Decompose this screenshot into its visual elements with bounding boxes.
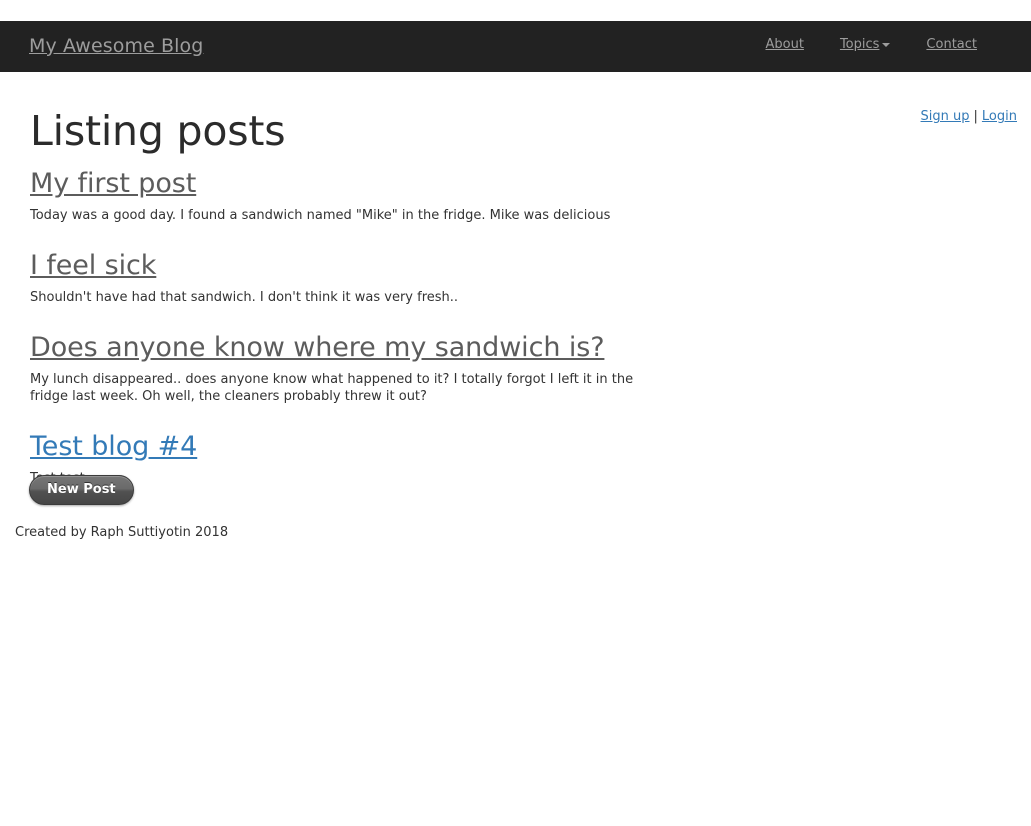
post-body: Shouldn't have had that sandwich. I don'… [30,290,459,305]
nav-link-topics[interactable]: Topics [839,37,891,53]
post-item: I feel sick Shouldn't have had that sand… [30,250,690,306]
nav-link-contact[interactable]: Contact [926,37,977,53]
new-post-button[interactable]: New Post [29,475,134,505]
post-body: Today was a good day. I found a sandwich… [30,208,611,223]
navbar-links: About Topics Contact [766,37,978,53]
auth-separator: | [973,109,978,124]
post-title-link[interactable]: Does anyone know where my sandwich is? [30,332,605,364]
footer-credit: Created by Raph Suttiyotin 2018 [15,525,229,540]
post-list: My first post Today was a good day. I fo… [30,168,690,487]
post-item: My first post Today was a good day. I fo… [30,168,690,224]
new-post-button-wrapper: New Post [29,475,134,505]
post-item: Does anyone know where my sandwich is? M… [30,332,690,405]
navbar-brand[interactable]: My Awesome Blog [29,35,203,57]
login-link[interactable]: Login [982,109,1017,124]
top-navbar: My Awesome Blog About Topics Contact [0,21,1031,72]
nav-link-topics-label: Topics [839,37,880,52]
chevron-down-icon [882,43,891,47]
post-title-link[interactable]: Test blog #4 [30,431,197,463]
signup-link[interactable]: Sign up [921,109,970,124]
page-title: Listing posts [30,107,286,155]
post-title-link[interactable]: My first post [30,168,196,200]
auth-links: Sign up | Login [921,108,1017,125]
post-title-link[interactable]: I feel sick [30,250,156,282]
nav-link-about[interactable]: About [766,37,804,53]
post-body: My lunch disappeared.. does anyone know … [30,372,634,404]
